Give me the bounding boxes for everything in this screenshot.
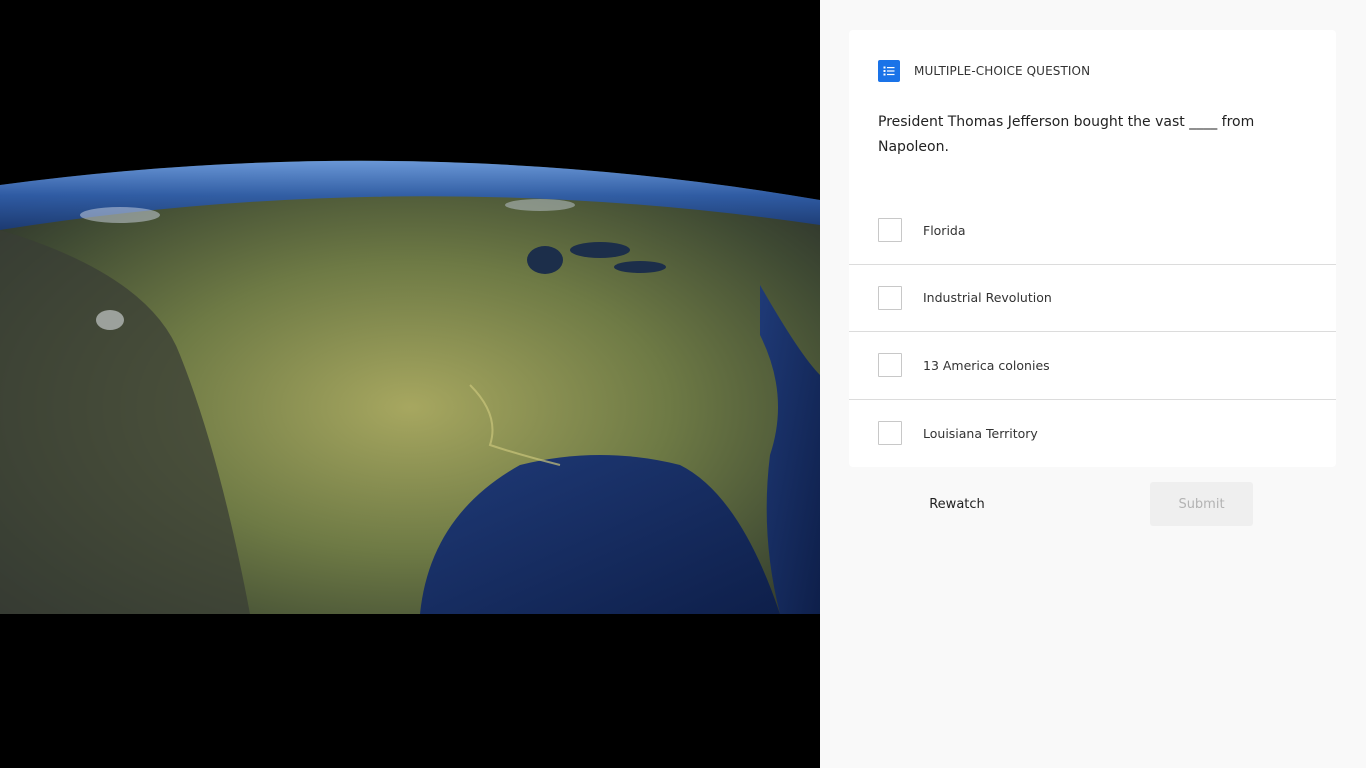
option-label: Louisiana Territory — [923, 425, 1038, 441]
answer-option-louisiana-territory[interactable]: Louisiana Territory — [849, 400, 1336, 468]
quiz-panel: MULTIPLE-CHOICE QUESTION President Thoma… — [820, 0, 1366, 768]
video-frame-earth-image — [0, 155, 820, 614]
answer-option-industrial-revolution[interactable]: Industrial Revolution — [849, 265, 1336, 332]
list-check-icon — [878, 60, 900, 82]
question-type-header: MULTIPLE-CHOICE QUESTION — [878, 60, 1090, 82]
answer-option-florida[interactable]: Florida — [849, 197, 1336, 265]
question-text: President Thomas Jefferson bought the va… — [878, 114, 1255, 155]
option-checkbox[interactable] — [878, 421, 902, 446]
question-type-label: MULTIPLE-CHOICE QUESTION — [914, 64, 1091, 78]
option-checkbox[interactable] — [878, 285, 902, 310]
option-checkbox[interactable] — [878, 353, 902, 378]
question-actions: Rewatch Submit — [849, 482, 1336, 526]
answer-option-13-colonies[interactable]: 13 America colonies — [849, 332, 1336, 400]
rewatch-button[interactable]: Rewatch — [905, 482, 1009, 526]
option-label: Florida — [923, 222, 966, 238]
answer-options: Florida Industrial Revolution 13 America… — [849, 197, 1336, 467]
option-label: Industrial Revolution — [923, 290, 1052, 306]
video-player[interactable] — [0, 0, 820, 768]
question-card: MULTIPLE-CHOICE QUESTION President Thoma… — [849, 30, 1336, 467]
option-checkbox[interactable] — [878, 218, 902, 243]
submit-button[interactable]: Submit — [1150, 482, 1253, 526]
option-label: 13 America colonies — [923, 357, 1050, 373]
